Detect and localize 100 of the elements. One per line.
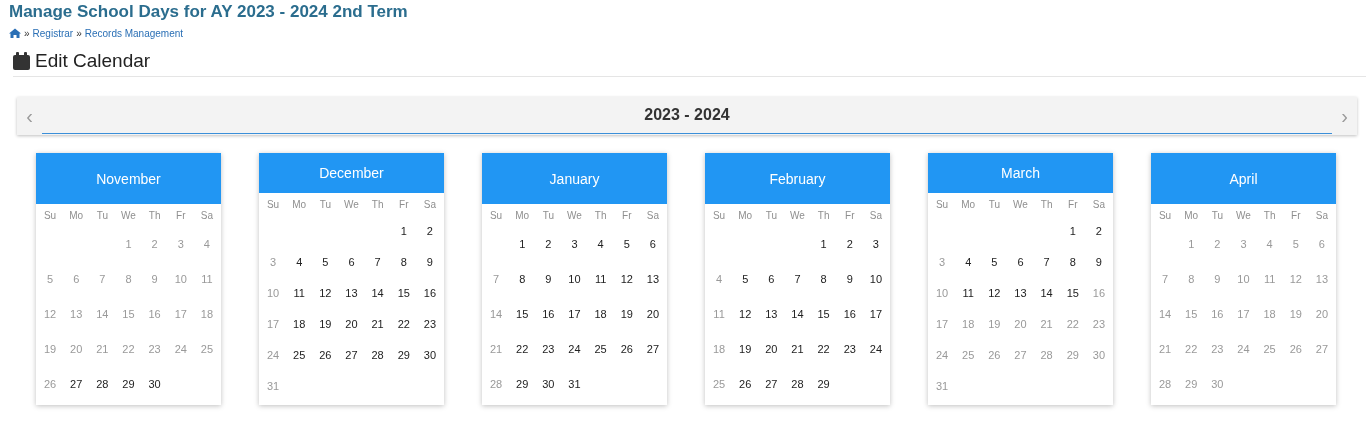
day-number[interactable]: 15 <box>817 307 830 320</box>
day-number[interactable]: 8 <box>519 272 526 285</box>
day-number[interactable]: 7 <box>374 255 381 268</box>
weekday-label: Th <box>1263 209 1276 221</box>
day-number[interactable]: 20 <box>765 342 778 355</box>
day-number[interactable]: 3 <box>571 237 578 250</box>
day-number[interactable]: 22 <box>817 342 830 355</box>
day-number[interactable]: 11 <box>594 272 607 285</box>
day-number[interactable]: 29 <box>817 377 830 390</box>
day-number[interactable]: 4 <box>965 255 972 268</box>
day-number[interactable]: 31 <box>568 377 581 390</box>
day-number[interactable]: 25 <box>293 348 306 361</box>
day-number[interactable]: 23 <box>843 342 856 355</box>
day-number[interactable]: 16 <box>843 307 856 320</box>
day-number[interactable]: 6 <box>768 272 775 285</box>
day-number[interactable]: 25 <box>594 342 607 355</box>
day-number[interactable]: 9 <box>1095 255 1102 268</box>
day-number[interactable]: 22 <box>516 342 529 355</box>
day-number[interactable]: 2 <box>1095 224 1102 237</box>
day-number[interactable]: 21 <box>791 342 804 355</box>
day-number[interactable]: 29 <box>122 377 135 390</box>
day-number[interactable]: 21 <box>371 317 384 330</box>
day-number[interactable]: 27 <box>345 348 358 361</box>
day-number[interactable]: 30 <box>148 377 161 390</box>
day-number[interactable]: 10 <box>869 272 883 285</box>
day-number[interactable]: 7 <box>794 272 801 285</box>
breadcrumb-link[interactable]: Records Management <box>84 27 184 39</box>
day-number[interactable]: 19 <box>319 317 332 330</box>
day-number: 24 <box>266 348 280 361</box>
day-number[interactable]: 12 <box>988 286 1001 299</box>
day-number[interactable]: 27 <box>646 342 660 355</box>
day-number[interactable]: 29 <box>397 348 410 361</box>
day-number[interactable]: 20 <box>646 307 660 320</box>
day-number[interactable]: 14 <box>371 286 384 299</box>
day-number[interactable]: 20 <box>345 317 358 330</box>
day-number[interactable]: 1 <box>519 237 526 250</box>
day-number[interactable]: 7 <box>1043 255 1050 268</box>
day-number[interactable]: 28 <box>96 377 109 390</box>
day-number[interactable]: 3 <box>872 237 879 250</box>
day-number[interactable]: 9 <box>545 272 552 285</box>
day-number[interactable]: 10 <box>568 272 581 285</box>
day-number[interactable]: 13 <box>765 307 778 320</box>
day-number[interactable]: 24 <box>869 342 883 355</box>
day-number[interactable]: 5 <box>623 237 630 250</box>
day-number[interactable]: 12 <box>319 286 332 299</box>
day-number[interactable]: 18 <box>594 307 607 320</box>
day-number[interactable]: 16 <box>423 286 437 299</box>
day-number[interactable]: 5 <box>742 272 749 285</box>
day-number[interactable]: 17 <box>568 307 581 320</box>
day-number[interactable]: 8 <box>820 272 827 285</box>
day-number[interactable]: 2 <box>545 237 552 250</box>
day-number[interactable]: 29 <box>516 377 529 390</box>
day-number[interactable]: 6 <box>1017 255 1024 268</box>
breadcrumb-link[interactable]: Registrar <box>32 27 74 39</box>
day-number[interactable]: 27 <box>765 377 778 390</box>
day-number[interactable]: 12 <box>620 272 633 285</box>
day-number[interactable]: 26 <box>319 348 332 361</box>
day-number[interactable]: 26 <box>739 377 752 390</box>
day-number[interactable]: 24 <box>568 342 581 355</box>
day-number[interactable]: 28 <box>371 348 384 361</box>
day-number[interactable]: 8 <box>1069 255 1076 268</box>
day-number[interactable]: 2 <box>846 237 853 250</box>
day-number[interactable]: 18 <box>293 317 306 330</box>
day-number[interactable]: 19 <box>739 342 752 355</box>
day-number[interactable]: 4 <box>296 255 303 268</box>
day-number[interactable]: 14 <box>791 307 804 320</box>
day-number[interactable]: 5 <box>322 255 329 268</box>
day-number[interactable]: 14 <box>1040 286 1053 299</box>
day-number[interactable]: 5 <box>991 255 998 268</box>
day-number[interactable]: 23 <box>423 317 437 330</box>
day-number[interactable]: 15 <box>1066 286 1079 299</box>
day-number[interactable]: 12 <box>739 307 752 320</box>
day-number[interactable]: 16 <box>542 307 555 320</box>
day-number[interactable]: 11 <box>293 286 305 299</box>
day-number[interactable]: 11 <box>962 286 974 299</box>
day-number[interactable]: 15 <box>397 286 410 299</box>
day-number[interactable]: 8 <box>400 255 407 268</box>
day-number[interactable]: 1 <box>1069 224 1076 237</box>
day-number[interactable]: 28 <box>791 377 804 390</box>
day-number[interactable]: 1 <box>820 237 827 250</box>
day-number[interactable]: 27 <box>70 377 83 390</box>
day-number[interactable]: 6 <box>649 237 656 250</box>
day-number[interactable]: 9 <box>426 255 433 268</box>
day-number[interactable]: 4 <box>597 237 604 250</box>
day-number[interactable]: 13 <box>345 286 358 299</box>
day-number[interactable]: 13 <box>646 272 660 285</box>
day-number[interactable]: 6 <box>348 255 355 268</box>
day-number[interactable]: 13 <box>1014 286 1027 299</box>
day-number[interactable]: 26 <box>620 342 633 355</box>
day-number[interactable]: 30 <box>423 348 437 361</box>
day-number[interactable]: 15 <box>516 307 529 320</box>
home-icon[interactable] <box>9 28 21 38</box>
day-number[interactable]: 22 <box>397 317 410 330</box>
day-number[interactable]: 1 <box>400 224 407 237</box>
day-number[interactable]: 2 <box>426 224 433 237</box>
day-number[interactable]: 19 <box>620 307 633 320</box>
day-number[interactable]: 30 <box>542 377 555 390</box>
day-number[interactable]: 23 <box>542 342 555 355</box>
day-number[interactable]: 17 <box>869 307 883 320</box>
day-number[interactable]: 9 <box>846 272 853 285</box>
